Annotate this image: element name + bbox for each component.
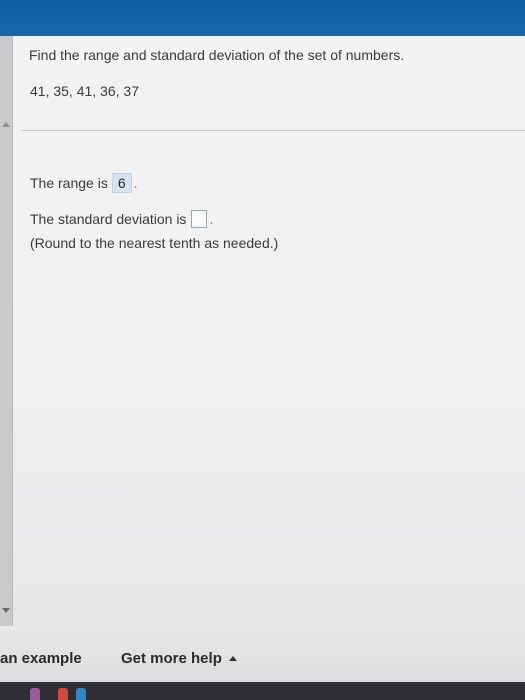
get-more-help-button[interactable]: Get more help: [121, 650, 237, 667]
standard-deviation-input[interactable]: [191, 210, 208, 228]
range-label: The range is: [30, 175, 108, 191]
os-taskbar: [0, 682, 525, 700]
caret-up-icon: [228, 656, 237, 661]
number-set: 41, 35, 41, 36, 37: [30, 83, 139, 99]
range-answer-row: The range is 6 .: [30, 173, 138, 193]
scroll-up-icon[interactable]: [2, 122, 10, 127]
range-period: .: [133, 175, 138, 191]
sd-period: .: [209, 211, 214, 227]
section-divider: [21, 130, 525, 131]
question-prompt: Find the range and standard deviation of…: [29, 47, 405, 63]
rounding-hint: (Round to the nearest tenth as needed.): [30, 235, 279, 251]
left-scroll-rail[interactable]: [0, 36, 13, 626]
help-footer-bar: an example Get more help: [0, 626, 525, 682]
scroll-down-icon[interactable]: [2, 608, 10, 613]
sd-answer-row: The standard deviation is .: [30, 210, 213, 228]
question-panel: Find the range and standard deviation of…: [13, 36, 525, 626]
view-example-link[interactable]: an example: [0, 650, 82, 667]
get-more-help-label: Get more help: [121, 650, 222, 667]
taskbar-app-icon[interactable]: [76, 688, 86, 700]
taskbar-app-icon[interactable]: [58, 688, 68, 700]
taskbar-app-icon[interactable]: [30, 688, 40, 700]
sd-label: The standard deviation is: [30, 211, 187, 227]
range-answer-value: 6: [111, 173, 132, 193]
top-header-bar: [0, 0, 525, 36]
